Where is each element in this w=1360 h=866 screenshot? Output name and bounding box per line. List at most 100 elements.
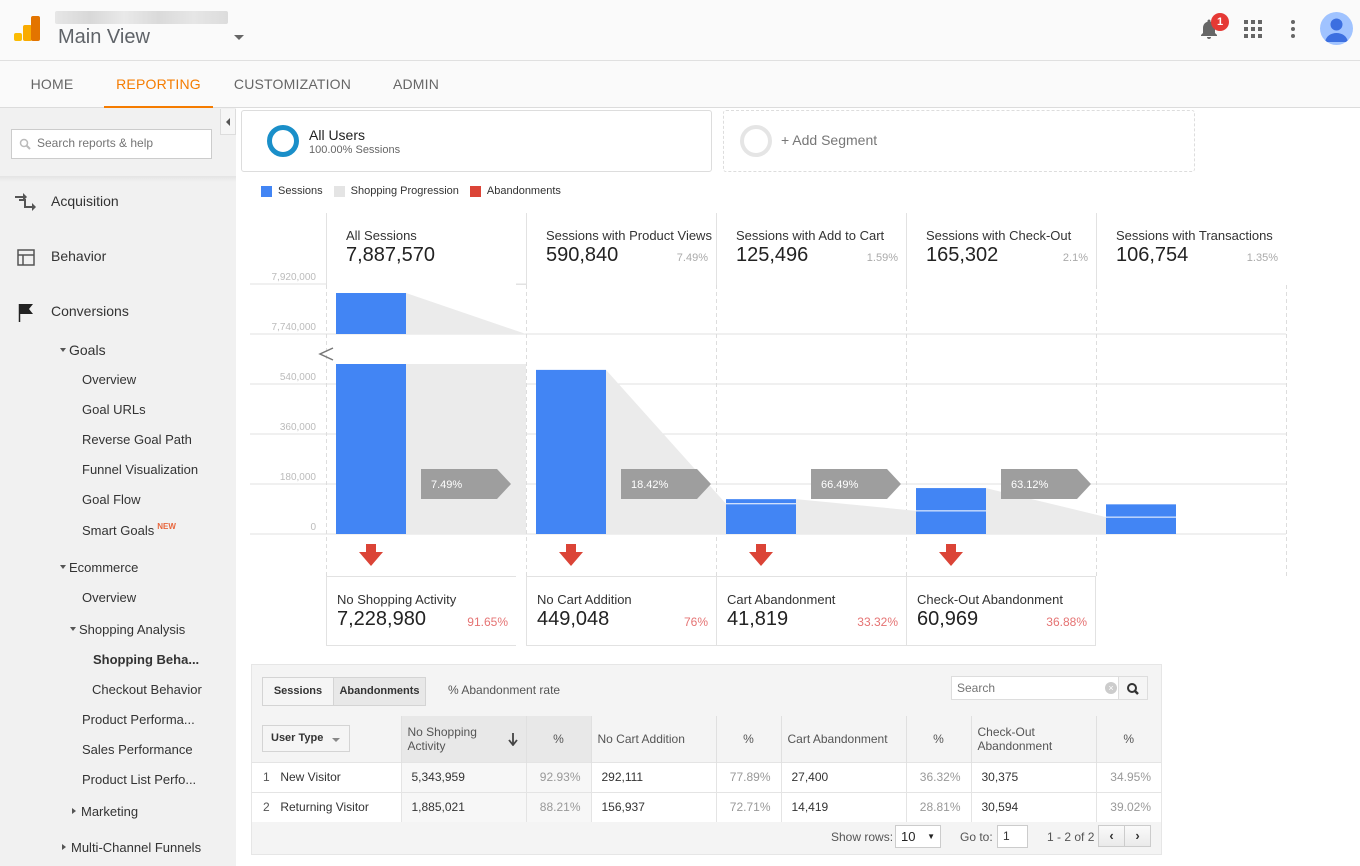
- session-bar: [536, 369, 606, 534]
- funnel-stage-header: Sessions with Product Views 590,840 7.49%: [526, 213, 716, 285]
- legend-label: Shopping Progression: [350, 185, 459, 197]
- sidebar-item-smart-goals[interactable]: Smart Goals NEW: [82, 522, 176, 538]
- sidebar-item-product-list-performance[interactable]: Product List Perfo...: [82, 772, 196, 787]
- row-name-link[interactable]: Returning Visitor: [280, 800, 369, 814]
- col-cart-abandonment[interactable]: Cart Abandonment: [780, 716, 906, 762]
- sidebar-item-ecommerce-overview[interactable]: Overview: [82, 590, 136, 605]
- stage-value: 106,754: [1116, 244, 1189, 266]
- abandonment-box: No Shopping Activity 7,228,980 91.65%: [326, 576, 516, 646]
- col-no-shopping-pct[interactable]: %: [525, 716, 591, 762]
- sidebar-divider: [0, 176, 236, 182]
- user-type-dropdown[interactable]: User Type: [262, 725, 350, 753]
- show-rows-select[interactable]: 10: [895, 825, 941, 848]
- tab-admin[interactable]: ADMIN: [381, 61, 451, 108]
- y-tick-label: 7,920,000: [272, 272, 317, 283]
- sidebar-item-goal-urls[interactable]: Goal URLs: [82, 402, 146, 417]
- sidebar-item-shopping-behavior[interactable]: Shopping Beha...: [93, 652, 199, 667]
- collapse-sidebar-button[interactable]: [220, 109, 236, 135]
- y-tick-label: 540,000: [280, 372, 317, 383]
- search-icon: [1127, 683, 1139, 695]
- table-search: ×: [951, 676, 1148, 700]
- col-no-cart-pct[interactable]: %: [715, 716, 781, 762]
- sidebar-item-funnel-visualization[interactable]: Funnel Visualization: [82, 462, 198, 477]
- tab-reporting[interactable]: REPORTING: [104, 61, 213, 108]
- abandonment-arrow-icon: [559, 544, 583, 566]
- legend-item-abandonments: Abandonments: [469, 185, 561, 197]
- col-no-cart-addition[interactable]: No Cart Addition: [590, 716, 716, 762]
- cell: 5,343,959: [400, 761, 526, 792]
- sidebar-item-conversions[interactable]: Conversions: [51, 303, 129, 319]
- sidebar-item-checkout-behavior[interactable]: Checkout Behavior: [92, 682, 202, 697]
- col-checkout-abandonment-pct[interactable]: %: [1095, 716, 1161, 762]
- table-search-button[interactable]: [1119, 676, 1148, 700]
- caret-right-icon: [72, 808, 76, 814]
- dimension-header: User Type: [252, 716, 401, 762]
- cell: 88.21%: [525, 791, 591, 822]
- sidebar-item-product-performance[interactable]: Product Performa...: [82, 712, 195, 727]
- avatar[interactable]: [1320, 12, 1353, 45]
- chevron-down-icon[interactable]: [234, 35, 244, 40]
- abandonment-percent: 33.32%: [857, 615, 898, 629]
- col-checkout-abandonment[interactable]: Check-Out Abandonment: [970, 716, 1096, 762]
- caret-down-icon: [60, 348, 66, 352]
- sidebar-item-acquisition[interactable]: Acquisition: [51, 193, 119, 209]
- col-no-shopping-activity[interactable]: No Shopping Activity: [400, 716, 526, 762]
- page-range: 1 - 2 of 2: [1047, 830, 1095, 844]
- progression-area: [406, 293, 526, 334]
- row-name-link[interactable]: New Visitor: [280, 770, 340, 784]
- legend-swatch-abandonments: [469, 185, 481, 197]
- metric-label: % Abandonment rate: [448, 683, 561, 697]
- data-table-panel: Sessions Abandonments % Abandonment rate…: [251, 664, 1162, 855]
- sidebar-item-marketing[interactable]: Marketing: [72, 804, 138, 819]
- sidebar-search-input[interactable]: [37, 136, 207, 150]
- sidebar-item-goals[interactable]: Goals: [60, 342, 106, 358]
- prev-page-button[interactable]: ‹: [1098, 825, 1125, 847]
- view-selector[interactable]: Main View: [58, 26, 150, 49]
- sidebar-search[interactable]: [11, 129, 212, 159]
- table-header-row: User Type No Shopping Activity % No Cart…: [252, 716, 1161, 762]
- sidebar-item-shopping-analysis[interactable]: Shopping Analysis: [70, 622, 185, 637]
- abandonment-arrow-icon: [749, 544, 773, 566]
- col-cart-abandonment-pct[interactable]: %: [905, 716, 971, 762]
- progression-rate-label: 7.49%: [431, 479, 462, 491]
- tab-customization[interactable]: CUSTOMIZATION: [226, 61, 359, 108]
- table-search-input[interactable]: [951, 676, 1119, 700]
- apps-grid-icon[interactable]: [1244, 20, 1262, 38]
- goto-label: Go to:: [960, 830, 993, 844]
- tab-home[interactable]: HOME: [18, 61, 86, 108]
- search-icon: [19, 138, 31, 150]
- analytics-logo-icon[interactable]: [14, 16, 40, 42]
- cell: 30,375: [970, 761, 1096, 792]
- segment-all-users[interactable]: All Users 100.00% Sessions: [241, 110, 712, 172]
- sidebar-item-multi-channel-funnels[interactable]: Multi-Channel Funnels: [62, 840, 201, 855]
- smart-goals-label: Smart Goals: [82, 523, 155, 538]
- analytics-app: Main View 1 HOME REPORTING CUSTOMIZATION…: [0, 0, 1360, 866]
- stage-label: All Sessions: [346, 228, 417, 243]
- clear-search-icon[interactable]: ×: [1105, 682, 1117, 694]
- more-vert-icon[interactable]: [1291, 20, 1295, 38]
- sidebar-item-goal-flow[interactable]: Goal Flow: [82, 492, 141, 507]
- show-rows-label: Show rows:: [831, 830, 894, 844]
- goto-page-input[interactable]: 1: [997, 825, 1028, 848]
- cell: 36.32%: [905, 761, 971, 792]
- flag-icon: [18, 304, 33, 322]
- toggle-abandonments-button[interactable]: Abandonments: [333, 677, 426, 706]
- sidebar-item-reverse-goal-path[interactable]: Reverse Goal Path: [82, 432, 192, 447]
- cell: 72.71%: [715, 791, 781, 822]
- segment-title: All Users: [309, 127, 366, 143]
- cell: 156,937: [590, 791, 716, 822]
- caret-down-icon: [60, 565, 66, 569]
- toggle-sessions-button[interactable]: Sessions: [262, 677, 334, 706]
- sidebar-item-ecommerce[interactable]: Ecommerce: [60, 560, 138, 575]
- sidebar-item-sales-performance[interactable]: Sales Performance: [82, 742, 193, 757]
- cell: 14,419: [780, 791, 906, 822]
- cell: 292,111: [590, 761, 716, 792]
- y-tick-label: 180,000: [280, 472, 317, 483]
- add-segment-button[interactable]: + Add Segment: [723, 110, 1195, 172]
- sidebar-item-behavior[interactable]: Behavior: [51, 248, 106, 264]
- sidebar-item-goals-overview[interactable]: Overview: [82, 372, 136, 387]
- progression-rate-label: 66.49%: [821, 479, 859, 491]
- next-page-button[interactable]: ›: [1124, 825, 1151, 847]
- col-label: Check-Out Abandonment: [977, 724, 1053, 753]
- top-header: Main View 1: [0, 0, 1360, 61]
